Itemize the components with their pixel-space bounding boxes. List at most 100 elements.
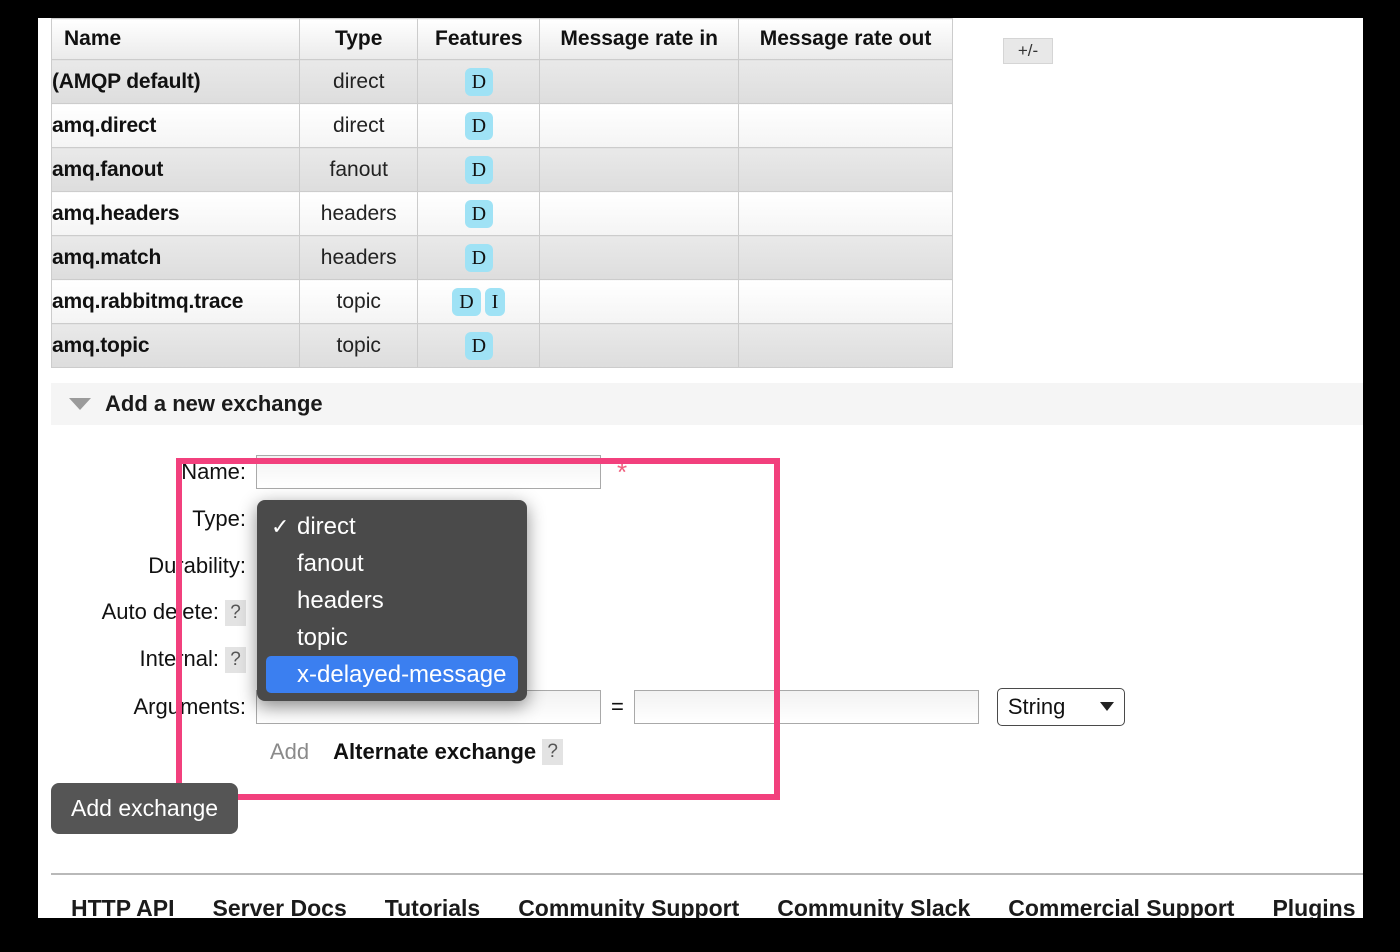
argument-value-input[interactable] <box>633 689 979 724</box>
dropdown-option-x-delayed-message[interactable]: x-delayed-message <box>266 656 518 693</box>
message-rate-in-cell <box>539 103 740 148</box>
add-exchange-section-header[interactable]: Add a new exchange <box>51 383 1363 425</box>
exchange-type-dropdown-popup[interactable]: directfanoutheaderstopicx-delayed-messag… <box>257 500 527 701</box>
dropdown-option-direct[interactable]: direct <box>257 508 527 545</box>
screenshot-canvas: Name Type Features Message rate in Messa… <box>0 0 1400 952</box>
feature-badge: D <box>464 155 494 184</box>
column-header-features: Features <box>417 18 541 60</box>
message-rate-out-cell <box>738 323 953 368</box>
help-icon-auto-delete[interactable]: ? <box>225 600 246 627</box>
message-rate-out-cell <box>738 59 953 104</box>
table-row: amq.rabbitmq.trace topic D I <box>50 279 953 324</box>
message-rate-in-cell <box>539 323 740 368</box>
form-row-durability: Durability: <box>38 542 1363 589</box>
table-row: amq.match headers D <box>50 235 953 280</box>
table-row: amq.headers headers D <box>50 191 953 236</box>
exchange-name-link[interactable]: amq.direct <box>50 103 301 148</box>
argument-type-selected-value: String <box>1007 693 1066 719</box>
table-row: amq.direct direct D <box>50 103 953 148</box>
exchange-name-link[interactable]: amq.headers <box>50 191 301 236</box>
table-row: amq.fanout fanout D <box>50 147 953 192</box>
exchange-name-link[interactable]: amq.rabbitmq.trace <box>50 279 301 324</box>
message-rate-in-cell <box>539 235 740 280</box>
footer-link-http-api[interactable]: HTTP API <box>71 895 175 919</box>
exchange-features-cell: D <box>417 103 541 148</box>
dropdown-option-headers[interactable]: headers <box>257 582 527 619</box>
column-header-type[interactable]: Type <box>299 18 419 60</box>
add-exchange-button[interactable]: Add exchange <box>51 783 239 834</box>
label-type: Type: <box>192 505 246 531</box>
label-arguments: Arguments: <box>133 693 247 719</box>
column-header-message-rate-out[interactable]: Message rate out <box>738 18 953 60</box>
feature-badge: D <box>452 287 481 316</box>
footer-link-plugins[interactable]: Plugins <box>1272 895 1355 919</box>
column-header-message-rate-in[interactable]: Message rate in <box>539 18 740 60</box>
exchange-features-cell: D <box>417 191 541 236</box>
help-icon-internal[interactable]: ? <box>225 647 246 674</box>
argument-helpers-row: Add Alternate exchange ? <box>38 730 1363 774</box>
form-row-name: Name: * <box>38 448 1363 495</box>
message-rate-in-cell <box>539 59 740 104</box>
exchange-type-cell: direct <box>299 103 419 148</box>
footer-divider <box>51 873 1363 875</box>
exchange-name-link[interactable]: (AMQP default) <box>50 59 301 104</box>
form-row-auto-delete: Auto delete:? <box>38 589 1363 636</box>
message-rate-out-cell <box>738 191 953 236</box>
exchange-type-cell: fanout <box>299 147 419 192</box>
caret-down-icon[interactable] <box>69 398 91 410</box>
feature-badge: D <box>464 111 494 140</box>
exchanges-table-container: Name Type Features Message rate in Messa… <box>50 18 1053 368</box>
exchange-features-cell: D <box>417 235 541 280</box>
message-rate-out-cell <box>738 147 953 192</box>
footer-link-server-docs[interactable]: Server Docs <box>213 895 347 919</box>
label-name: Name: <box>181 458 246 484</box>
footer-link-commercial-support[interactable]: Commercial Support <box>1008 895 1234 919</box>
dropdown-option-topic[interactable]: topic <box>257 619 527 656</box>
form-row-internal: Internal:? <box>38 636 1363 683</box>
message-rate-out-cell <box>738 279 953 324</box>
alternate-exchange-preset[interactable]: Alternate exchange <box>333 739 536 765</box>
message-rate-in-cell <box>539 147 740 192</box>
exchange-features-cell: D <box>417 147 541 192</box>
label-durability: Durability: <box>148 552 246 578</box>
exchange-name-link[interactable]: amq.fanout <box>50 147 301 192</box>
exchange-type-cell: headers <box>299 191 419 236</box>
add-exchange-section-title: Add a new exchange <box>105 391 323 416</box>
exchange-name-input[interactable] <box>256 454 601 489</box>
footer-link-community-support[interactable]: Community Support <box>518 895 739 919</box>
exchange-type-cell: headers <box>299 235 419 280</box>
argument-type-select[interactable]: String <box>996 687 1125 726</box>
required-marker: * <box>617 456 628 487</box>
exchanges-table: Name Type Features Message rate in Messa… <box>50 18 953 368</box>
exchange-type-cell: topic <box>299 323 419 368</box>
exchange-name-link[interactable]: amq.match <box>50 235 301 280</box>
footer-link-tutorials[interactable]: Tutorials <box>385 895 480 919</box>
footer-link-community-slack[interactable]: Community Slack <box>777 895 970 919</box>
label-auto-delete: Auto delete:? <box>38 598 256 627</box>
message-rate-in-cell <box>539 279 740 324</box>
label-auto-delete-text: Auto delete: <box>101 598 219 624</box>
exchange-type-cell: topic <box>299 279 419 324</box>
browser-viewport: Name Type Features Message rate in Messa… <box>38 18 1363 918</box>
dropdown-option-fanout[interactable]: fanout <box>257 545 527 582</box>
message-rate-out-cell <box>738 103 953 148</box>
column-header-name[interactable]: Name <box>50 18 301 60</box>
message-rate-in-cell <box>539 191 740 236</box>
feature-badge: D <box>464 67 494 96</box>
feature-badge: D <box>464 243 494 272</box>
column-picker-chip[interactable]: +/- <box>1003 38 1053 64</box>
exchange-features-cell: D <box>417 323 541 368</box>
label-internal-text: Internal: <box>139 645 220 671</box>
exchange-type-cell: direct <box>299 59 419 104</box>
feature-badge: D <box>464 199 494 228</box>
feature-badge: I <box>484 287 506 316</box>
help-icon-alternate-exchange[interactable]: ? <box>542 739 564 765</box>
equals-sign: = <box>611 693 624 719</box>
exchange-name-link[interactable]: amq.topic <box>50 323 301 368</box>
add-exchange-form: Name: * Type: Durability: Auto delete:? … <box>38 448 1363 774</box>
exchanges-table-body: (AMQP default) direct Damq.direct direct Dam… <box>50 59 953 368</box>
chevron-down-icon <box>1099 702 1114 711</box>
footer-links: HTTP API Server Docs Tutorials Community Su… <box>51 880 1363 919</box>
table-row: amq.topic topic D <box>50 323 953 368</box>
add-argument-link[interactable]: Add <box>270 739 309 765</box>
